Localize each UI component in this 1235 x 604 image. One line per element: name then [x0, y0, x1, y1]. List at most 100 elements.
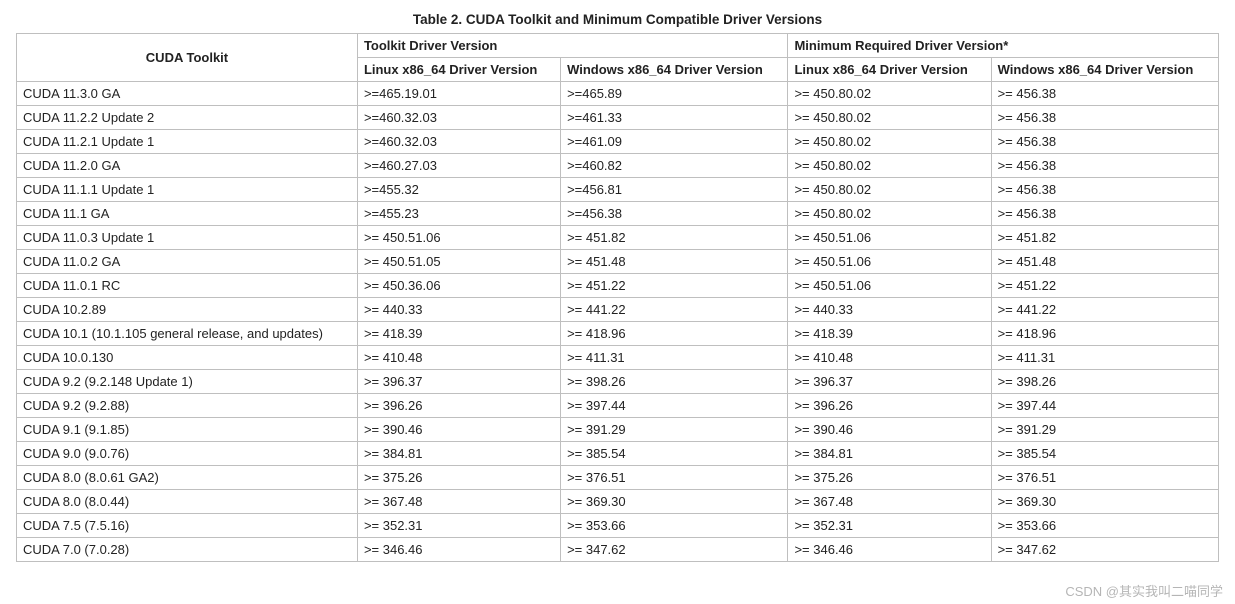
cell-m_win: >= 347.62 — [991, 538, 1218, 562]
cell-toolkit: CUDA 8.0 (8.0.61 GA2) — [17, 466, 358, 490]
cell-t_linux: >=455.32 — [357, 178, 560, 202]
col-header-toolkit: CUDA Toolkit — [17, 34, 358, 82]
cell-m_win: >= 456.38 — [991, 178, 1218, 202]
cell-m_win: >= 418.96 — [991, 322, 1218, 346]
cell-t_linux: >=460.32.03 — [357, 106, 560, 130]
cell-toolkit: CUDA 11.2.0 GA — [17, 154, 358, 178]
cell-m_linux: >= 450.80.02 — [788, 178, 991, 202]
cell-toolkit: CUDA 11.2.2 Update 2 — [17, 106, 358, 130]
cell-t_win: >=465.89 — [561, 82, 788, 106]
col-header-m-linux: Linux x86_64 Driver Version — [788, 58, 991, 82]
cell-m_linux: >= 450.80.02 — [788, 154, 991, 178]
cell-m_win: >= 456.38 — [991, 82, 1218, 106]
cell-m_linux: >= 440.33 — [788, 298, 991, 322]
cell-m_win: >= 456.38 — [991, 130, 1218, 154]
cell-t_win: >= 418.96 — [561, 322, 788, 346]
cell-toolkit: CUDA 11.2.1 Update 1 — [17, 130, 358, 154]
table-row: CUDA 11.2.0 GA>=460.27.03>=460.82>= 450.… — [17, 154, 1219, 178]
cell-m_linux: >= 450.80.02 — [788, 130, 991, 154]
table-row: CUDA 10.0.130>= 410.48>= 411.31>= 410.48… — [17, 346, 1219, 370]
table-row: CUDA 9.0 (9.0.76) >= 384.81>= 385.54 >= 38… — [17, 442, 1219, 466]
cell-m_linux: >= 450.80.02 — [788, 202, 991, 226]
cell-t_linux: >= 375.26 — [357, 466, 560, 490]
cell-m_win: >= 369.30 — [991, 490, 1218, 514]
cell-m_linux: >= 346.46 — [788, 538, 991, 562]
cell-m_linux: >= 384.81 — [788, 442, 991, 466]
cell-t_linux: >= 390.46 — [357, 418, 560, 442]
cell-m_linux: >= 450.80.02 — [788, 106, 991, 130]
table-row: CUDA 11.0.2 GA>= 450.51.05>= 451.48>= 45… — [17, 250, 1219, 274]
cell-t_linux: >= 440.33 — [357, 298, 560, 322]
cell-m_win: >= 456.38 — [991, 106, 1218, 130]
cell-m_win: >= 353.66 — [991, 514, 1218, 538]
cell-toolkit: CUDA 7.5 (7.5.16) — [17, 514, 358, 538]
cell-t_linux: >= 367.48 — [357, 490, 560, 514]
cell-m_win: >= 385.54 — [991, 442, 1218, 466]
cell-t_linux: >= 396.37 — [357, 370, 560, 394]
cell-toolkit: CUDA 8.0 (8.0.44) — [17, 490, 358, 514]
cell-toolkit: CUDA 11.1 GA — [17, 202, 358, 226]
cell-toolkit: CUDA 11.3.0 GA — [17, 82, 358, 106]
cell-t_win: >= 398.26 — [561, 370, 788, 394]
cell-t_win: >=461.09 — [561, 130, 788, 154]
table-row: CUDA 11.1 GA>=455.23>=456.38>= 450.80.02… — [17, 202, 1219, 226]
cell-toolkit: CUDA 11.0.1 RC — [17, 274, 358, 298]
table-row: CUDA 10.1 (10.1.105 general release, and… — [17, 322, 1219, 346]
cell-m_win: >= 391.29 — [991, 418, 1218, 442]
cell-m_linux: >= 390.46 — [788, 418, 991, 442]
cell-t_win: >= 347.62 — [561, 538, 788, 562]
cell-m_win: >= 456.38 — [991, 202, 1218, 226]
cell-t_linux: >= 450.36.06 — [357, 274, 560, 298]
cell-t_linux: >=460.32.03 — [357, 130, 560, 154]
cell-t_win: >= 451.48 — [561, 250, 788, 274]
cell-t_win: >= 397.44 — [561, 394, 788, 418]
cell-t_linux: >= 418.39 — [357, 322, 560, 346]
cell-t_win: >= 353.66 — [561, 514, 788, 538]
cell-t_win: >=460.82 — [561, 154, 788, 178]
col-header-toolkit-driver: Toolkit Driver Version — [357, 34, 788, 58]
table-row: CUDA 11.2.2 Update 2>=460.32.03>=461.33>… — [17, 106, 1219, 130]
table-row: CUDA 11.2.1 Update 1>=460.32.03>=461.09>… — [17, 130, 1219, 154]
cell-toolkit: CUDA 11.0.2 GA — [17, 250, 358, 274]
watermark: CSDN @其实我叫二喵同学 — [1065, 581, 1223, 600]
cell-m_win: >= 451.82 — [991, 226, 1218, 250]
cell-t_linux: >= 352.31 — [357, 514, 560, 538]
cell-t_linux: >= 410.48 — [357, 346, 560, 370]
table-row: CUDA 10.2.89>= 440.33>= 441.22>= 440.33>… — [17, 298, 1219, 322]
cell-t_linux: >= 450.51.06 — [357, 226, 560, 250]
cell-t_win: >= 385.54 — [561, 442, 788, 466]
col-header-min-driver: Minimum Required Driver Version* — [788, 34, 1219, 58]
cell-t_win: >=461.33 — [561, 106, 788, 130]
cell-toolkit: CUDA 9.0 (9.0.76) — [17, 442, 358, 466]
cell-m_win: >= 451.22 — [991, 274, 1218, 298]
cell-t_win: >= 376.51 — [561, 466, 788, 490]
cell-toolkit: CUDA 10.2.89 — [17, 298, 358, 322]
cell-t_win: >= 369.30 — [561, 490, 788, 514]
cell-t_win: >= 451.82 — [561, 226, 788, 250]
cell-m_linux: >= 450.51.06 — [788, 226, 991, 250]
cell-t_win: >= 391.29 — [561, 418, 788, 442]
cell-toolkit: CUDA 11.1.1 Update 1 — [17, 178, 358, 202]
table-row: CUDA 11.0.3 Update 1>= 450.51.06>= 451.8… — [17, 226, 1219, 250]
cell-m_linux: >= 367.48 — [788, 490, 991, 514]
cell-m_win: >= 441.22 — [991, 298, 1218, 322]
table-row: CUDA 8.0 (8.0.44)>= 367.48>= 369.30>= 36… — [17, 490, 1219, 514]
cell-m_win: >= 398.26 — [991, 370, 1218, 394]
cell-m_linux: >= 396.26 — [788, 394, 991, 418]
cell-m_win: >= 451.48 — [991, 250, 1218, 274]
table-row: CUDA 9.2 (9.2.88)>= 396.26>= 397.44>= 39… — [17, 394, 1219, 418]
table-row: CUDA 11.1.1 Update 1>=455.32>=456.81>= 4… — [17, 178, 1219, 202]
cell-t_win: >= 441.22 — [561, 298, 788, 322]
table-row: CUDA 7.0 (7.0.28)>= 346.46>= 347.62>= 34… — [17, 538, 1219, 562]
cuda-compat-table: CUDA Toolkit Toolkit Driver Version Mini… — [16, 33, 1219, 562]
cell-toolkit: CUDA 9.1 (9.1.85) — [17, 418, 358, 442]
cell-m_win: >= 411.31 — [991, 346, 1218, 370]
cell-m_linux: >= 375.26 — [788, 466, 991, 490]
cell-t_linux: >= 346.46 — [357, 538, 560, 562]
cell-toolkit: CUDA 9.2 (9.2.88) — [17, 394, 358, 418]
cell-t_win: >= 451.22 — [561, 274, 788, 298]
cell-t_win: >=456.38 — [561, 202, 788, 226]
table-row: CUDA 9.1 (9.1.85)>= 390.46>= 391.29>= 39… — [17, 418, 1219, 442]
col-header-m-win: Windows x86_64 Driver Version — [991, 58, 1218, 82]
cell-toolkit: CUDA 10.0.130 — [17, 346, 358, 370]
